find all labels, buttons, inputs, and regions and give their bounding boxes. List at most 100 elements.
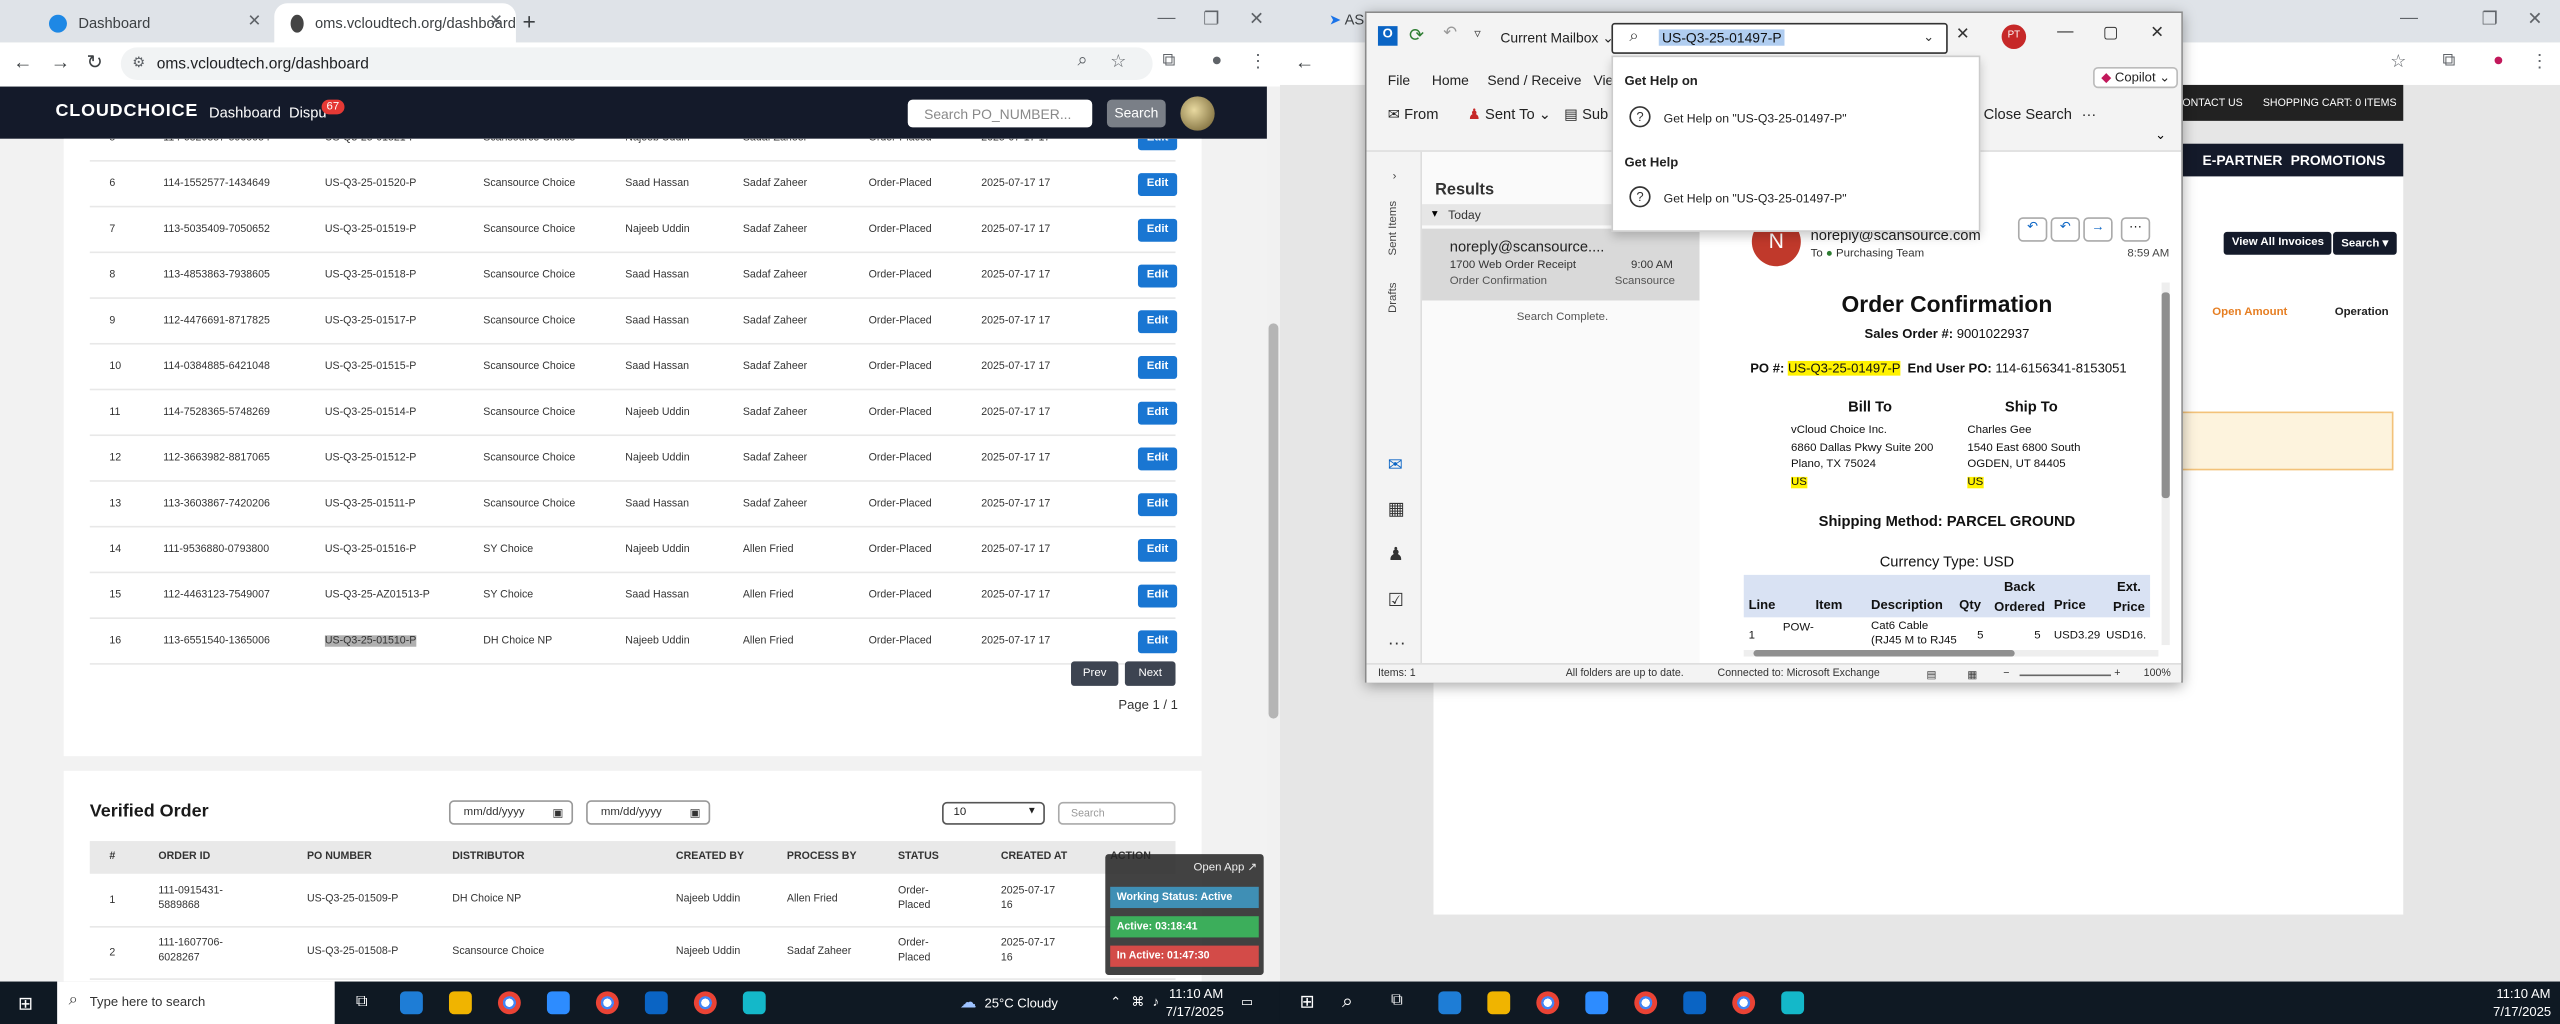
more-actions-icon[interactable]: ···	[2120, 217, 2151, 242]
menu-send-receive[interactable]: Send / Receive	[1487, 72, 1581, 88]
clock-date[interactable]: 7/17/2025	[2493, 1004, 2551, 1019]
back-icon[interactable]: ←	[13, 51, 33, 74]
close-tab-icon[interactable]: ✕	[489, 13, 503, 31]
edit-button[interactable]: Edit	[1137, 218, 1178, 242]
mailbox-scope-select[interactable]: Current Mailbox ⌄	[1500, 29, 1613, 47]
shopping-cart-link[interactable]: SHOPPING CART: 0 ITEMS	[2263, 98, 2397, 109]
close-window-icon[interactable]: ✕	[2150, 24, 2164, 42]
menu-view[interactable]: Vie	[1593, 72, 1613, 88]
start-date-input[interactable]: mm/dd/yyyy ▣	[448, 800, 574, 825]
drafts-folder[interactable]: Drafts	[1388, 283, 1399, 313]
task-view-icon[interactable]: ⧉	[1391, 991, 1403, 1009]
taskbar-search[interactable]: ⌕ Type here to search	[57, 981, 335, 1024]
profile-icon[interactable]: ●	[2493, 51, 2504, 71]
menu-file[interactable]: File	[1388, 72, 1410, 88]
edge-icon[interactable]	[1438, 991, 1462, 1015]
star-icon[interactable]: ☆	[2390, 51, 2406, 72]
calendar-icon[interactable]: ▦	[1388, 498, 1405, 520]
minimize-icon[interactable]: —	[1158, 8, 1176, 28]
maximize-icon[interactable]: ▢	[2103, 24, 2118, 42]
forward-icon[interactable]: →	[51, 51, 71, 74]
zoom-icon[interactable]	[1585, 991, 1609, 1015]
edge-icon[interactable]	[399, 991, 423, 1015]
extensions-icon[interactable]: ⧉	[1162, 51, 1175, 72]
sent-items-folder[interactable]: Sent Items	[1388, 201, 1399, 256]
sync-icon[interactable]: ⟳	[1409, 24, 1424, 46]
address-bar[interactable]: ⚙ oms.vcloudtech.org/dashboard	[120, 47, 1153, 81]
end-date-input[interactable]: mm/dd/yyyy ▣	[586, 800, 711, 825]
zoom-slider[interactable]	[2019, 674, 2112, 677]
get-help-on-item[interactable]: Get Help on "US-Q3-25-01497-P"	[1664, 111, 1847, 126]
close-search-button[interactable]: Close Search	[1984, 106, 2072, 122]
menu-home[interactable]: Home	[1432, 72, 1469, 88]
edit-button[interactable]: Edit	[1137, 584, 1178, 608]
volume-icon[interactable]: ♪	[1153, 995, 1160, 1010]
file-explorer-icon[interactable]	[1487, 991, 1511, 1015]
zoom-icon[interactable]: ⌕	[1078, 51, 1088, 72]
hscrollbar-thumb[interactable]	[1753, 650, 2015, 657]
edit-button[interactable]: Edit	[1137, 538, 1178, 562]
maximize-icon[interactable]: ❐	[1203, 8, 1219, 30]
nav-promotions[interactable]: PROMOTIONS	[2291, 152, 2386, 168]
close-tab-icon[interactable]: ✕	[248, 13, 262, 31]
get-help-item[interactable]: Get Help on "US-Q3-25-01497-P"	[1664, 191, 1847, 206]
chrome-icon[interactable]	[693, 991, 717, 1015]
chevron-down-icon[interactable]: ⌄	[1923, 29, 1934, 44]
tasks-icon[interactable]: ☑	[1388, 590, 1404, 611]
clear-search-icon[interactable]: ✕	[1956, 26, 1970, 44]
search-icon[interactable]: ⌕	[1342, 990, 1353, 1014]
maximize-icon[interactable]: ❐	[2482, 8, 2498, 30]
edit-button[interactable]: Edit	[1137, 264, 1178, 288]
minimize-icon[interactable]: —	[2400, 8, 2418, 28]
open-app-button[interactable]: Open App ↗	[1194, 861, 1258, 873]
weather-text[interactable]: 25°C Cloudy	[984, 996, 1057, 1011]
verified-search-input[interactable]: Search	[1057, 801, 1176, 825]
reply-icon[interactable]: ↶	[2017, 217, 2048, 242]
notification-icon[interactable]: ▭	[1241, 995, 1253, 1010]
subject-filter[interactable]: ▤ Sub	[1564, 106, 1608, 124]
email-scrollbar[interactable]	[2161, 282, 2170, 646]
back-icon[interactable]: ←	[1295, 51, 1315, 74]
profile-icon[interactable]: ●	[1211, 51, 1222, 71]
chrome-icon[interactable]	[1634, 991, 1658, 1015]
windows-start-icon[interactable]: ⊞	[1300, 991, 1315, 1013]
reload-icon[interactable]: ↻	[87, 51, 103, 74]
edit-button[interactable]: Edit	[1137, 310, 1178, 334]
edit-button[interactable]: Edit	[1137, 173, 1178, 196]
page-size-select[interactable]: 10 ▼	[942, 801, 1045, 825]
user-avatar[interactable]	[1180, 96, 1215, 131]
forward-icon[interactable]: →	[2083, 217, 2113, 242]
tab-dashboard[interactable]: Dashboard ✕	[33, 3, 275, 42]
search-box[interactable]: ⌕ US-Q3-25-01497-P ⌄	[1611, 22, 1948, 54]
quick-access-icon[interactable]: ▿	[1474, 26, 1481, 41]
tray-chevron-icon[interactable]: ⌃	[1110, 995, 1121, 1010]
zoom-in-icon[interactable]: +	[2114, 668, 2120, 679]
menu-icon[interactable]: ⋮	[1249, 51, 1267, 72]
clock-date[interactable]: 7/17/2025	[1166, 1004, 1224, 1019]
calendar-icon[interactable]: ▣	[552, 807, 563, 819]
invoice-search-button[interactable]: Search ▾	[2333, 231, 2397, 255]
clock-time[interactable]: 11:10 AM	[1169, 986, 1223, 1001]
chrome-icon[interactable]	[1536, 991, 1560, 1015]
tab-oms-dashboard[interactable]: oms.vcloudtech.org/dashboard ✕	[274, 3, 516, 43]
search-input[interactable]: US-Q3-25-01497-P	[1658, 29, 1785, 46]
calendar-icon[interactable]: ▣	[690, 807, 701, 819]
copilot-button[interactable]: ◆ Copilot ⌄	[2093, 66, 2179, 89]
contact-us-link[interactable]: CONTACT US	[2175, 98, 2243, 109]
nav-e-partner[interactable]: E-PARTNER	[2202, 152, 2282, 168]
minimize-icon[interactable]: —	[2057, 23, 2073, 41]
scrollbar-thumb[interactable]	[2161, 292, 2170, 499]
chrome-icon[interactable]	[1732, 991, 1756, 1015]
file-explorer-icon[interactable]	[448, 991, 472, 1015]
menu-icon[interactable]: ⋮	[2531, 51, 2549, 72]
user-avatar[interactable]: PT	[2001, 24, 2027, 49]
outlook-icon[interactable]	[644, 991, 668, 1015]
close-window-icon[interactable]: ✕	[1249, 8, 1264, 30]
windows-start-icon[interactable]: ⊞	[18, 993, 33, 1015]
zoom-icon[interactable]	[546, 991, 570, 1015]
email-hscrollbar[interactable]	[1743, 650, 2159, 657]
edit-button[interactable]: Edit	[1137, 401, 1178, 425]
expand-pane-icon[interactable]: ›	[1393, 171, 1397, 182]
tab-as[interactable]: ➤ AS	[1329, 11, 1364, 29]
normal-view-icon[interactable]: ▤	[1927, 668, 1937, 681]
